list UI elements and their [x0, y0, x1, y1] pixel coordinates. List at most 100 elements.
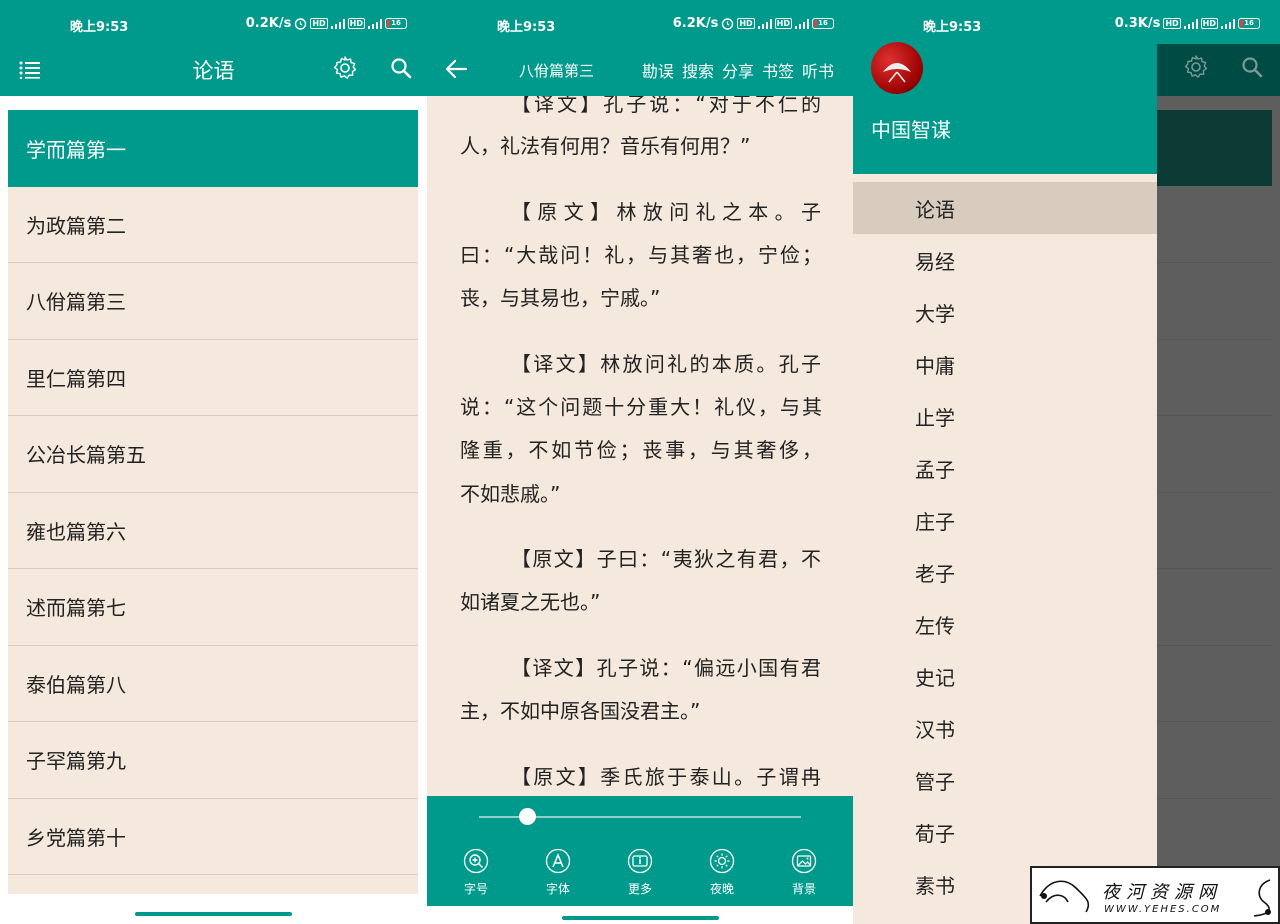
alarm-icon: [722, 18, 734, 30]
home-indicator[interactable]: [562, 916, 719, 920]
text-line: 如诸夏之无也。”: [460, 590, 601, 614]
hd-badge-2: HD: [774, 18, 792, 29]
nav-footer: [0, 894, 427, 924]
hd-badge-2: HD: [1200, 18, 1218, 29]
drawer-item[interactable]: 止学: [853, 390, 1157, 442]
chapter-list: 学而篇第一 为政篇第二 八佾篇第三 里仁篇第四 公冶长篇第五 雍也篇第六 述而篇…: [8, 110, 418, 894]
action-search[interactable]: 搜索: [682, 58, 714, 82]
hd-badge: HD: [737, 18, 755, 29]
tool-more[interactable]: 更多: [610, 848, 670, 897]
sun-icon: [709, 848, 735, 874]
reader-actions: 勘误 搜索 分享 书签 听书: [642, 58, 834, 82]
tool-background[interactable]: 背景: [774, 848, 834, 897]
dimmed-divider: [1153, 798, 1272, 799]
dimmed-divider: [1153, 568, 1272, 569]
drawer-item[interactable]: 庄子: [853, 494, 1157, 546]
text-line: 主，不如中原各国没君主。”: [460, 699, 701, 723]
home-indicator[interactable]: [135, 912, 292, 916]
dimmed-divider: [1153, 262, 1272, 263]
chapter-title: 八佾篇第三: [519, 62, 595, 80]
chapter-item[interactable]: 为政篇第二: [8, 187, 418, 263]
signal-icon-2: [368, 18, 382, 29]
chapter-item[interactable]: 泰伯篇第八: [8, 646, 418, 722]
reader-app-bar: 八佾篇第三 勘误 搜索 分享 书签 听书: [427, 44, 854, 96]
drawer-item[interactable]: 大学: [853, 286, 1157, 338]
drawer-item[interactable]: 易经: [853, 234, 1157, 286]
signal-icon: [757, 18, 772, 29]
dimmed-active-row: [1153, 110, 1272, 186]
nav-footer: [427, 906, 854, 924]
navigation-drawer: 中国智谋 论语 易经 大学 中庸 止学 孟子 庄子 老子 左传 史记 汉书 管子…: [853, 36, 1157, 924]
chapter-item[interactable]: 里仁篇第四: [8, 340, 418, 416]
drawer-item[interactable]: 荀子: [853, 806, 1157, 858]
tool-night[interactable]: 夜晚: [692, 848, 752, 897]
chapter-item[interactable]: 公冶长篇第五: [8, 416, 418, 493]
signal-icon: [330, 18, 345, 29]
tool-label: 更多: [627, 882, 652, 896]
info-icon: [627, 848, 653, 874]
drawer-item[interactable]: 左传: [853, 598, 1157, 650]
chapter-item[interactable]: 子罕篇第九: [8, 722, 418, 799]
text-line: 隆重，不如节俭；丧事，与其奢侈，: [460, 438, 822, 462]
alarm-icon: [295, 18, 307, 30]
drawer-item[interactable]: 中庸: [853, 338, 1157, 390]
dimmed-divider: [1153, 492, 1272, 493]
network-speed: 0.3K/s: [1114, 16, 1161, 31]
font-icon: [545, 848, 571, 874]
site-watermark: 夜河资源网 WWW.YEHES.COM: [1030, 866, 1280, 924]
search-icon[interactable]: [388, 55, 414, 81]
text-line: 丧，与其易也，宁戚。”: [460, 286, 661, 310]
page-title: 论语: [192, 59, 235, 83]
gear-icon: [1184, 55, 1208, 78]
tool-typeface[interactable]: 字体: [528, 848, 588, 897]
chapter-item[interactable]: 述而篇第七: [8, 569, 418, 646]
drawer-item[interactable]: 管子: [853, 754, 1157, 806]
drawer-item[interactable]: 史记: [853, 650, 1157, 702]
reader-screen: 晚上9:53 6.2K/s HD HD 16 八佾篇第三 勘误 搜索 分享 书签…: [427, 0, 854, 924]
action-report-error[interactable]: 勘误: [642, 58, 674, 82]
back-arrow-icon[interactable]: [443, 56, 469, 82]
app-logo: [871, 42, 923, 94]
signal-icon-2: [1221, 18, 1235, 29]
text-line: 人，礼法有何用？音乐有何用？”: [460, 134, 751, 158]
gear-icon[interactable]: [331, 54, 359, 82]
drawer-header: 中国智谋: [853, 36, 1157, 174]
status-bar: 晚上9:53 6.2K/s HD HD 16: [427, 0, 854, 44]
status-bar: 晚上9:53 0.2K/s HD HD 16: [0, 0, 427, 44]
ornament-icon: [1039, 880, 1090, 913]
drawer-item[interactable]: 论语: [853, 182, 1157, 234]
status-time: 晚上9:53: [70, 20, 129, 35]
battery-icon: 16: [385, 18, 407, 29]
text-line: 【原文】子曰：“夷狄之有君，不: [511, 547, 821, 571]
status-indicators: 0.3K/s HD HD 16: [1115, 16, 1260, 31]
dimmed-divider: [1153, 339, 1272, 340]
hd-badge-2: HD: [347, 18, 365, 29]
chapter-item[interactable]: 学而篇第一: [8, 110, 418, 187]
watermark-url: WWW.YEHES.COM: [1104, 904, 1222, 915]
chapter-item[interactable]: 八佾篇第三: [8, 263, 418, 340]
text-line: 【译文】孔子说：“对于不仁的: [511, 96, 821, 116]
status-indicators: 0.2K/s HD HD 16: [246, 16, 407, 31]
action-share[interactable]: 分享: [722, 58, 754, 82]
drawer-item[interactable]: 老子: [853, 546, 1157, 598]
search-icon: [1242, 57, 1263, 78]
text-line: 说：“这个问题十分重大！礼仪，与其: [460, 395, 822, 419]
ornament-icon: [1253, 879, 1271, 917]
text-line: 【译文】林放问礼的本质。孔子: [511, 352, 821, 376]
tool-font-size[interactable]: 字号: [446, 848, 506, 897]
battery-icon: 16: [812, 18, 834, 29]
action-bookmark[interactable]: 书签: [762, 58, 794, 82]
text-line: 【原文】季氏旅于泰山。子谓冉: [511, 765, 821, 789]
chapter-item[interactable]: 乡党篇第十: [8, 799, 418, 875]
chapter-list-screen: 晚上9:53 0.2K/s HD HD 16 论语 学而篇第一 为政篇第二 八佾…: [0, 0, 427, 924]
chapter-item[interactable]: 雍也篇第六: [8, 493, 418, 569]
reader-content[interactable]: 【译文】孔子说：“对于不仁的 人，礼法有何用？音乐有何用？” 【原文】林放问礼之…: [427, 96, 854, 796]
hd-badge: HD: [310, 18, 328, 29]
drawer-item[interactable]: 孟子: [853, 442, 1157, 494]
progress-slider-thumb[interactable]: [518, 808, 536, 825]
status-indicators: 6.2K/s HD HD 16: [673, 16, 834, 31]
drawer-item[interactable]: 汉书: [853, 702, 1157, 754]
action-listen[interactable]: 听书: [802, 58, 834, 82]
battery-icon: 16: [1238, 18, 1260, 29]
network-speed: 6.2K/s: [672, 16, 719, 31]
